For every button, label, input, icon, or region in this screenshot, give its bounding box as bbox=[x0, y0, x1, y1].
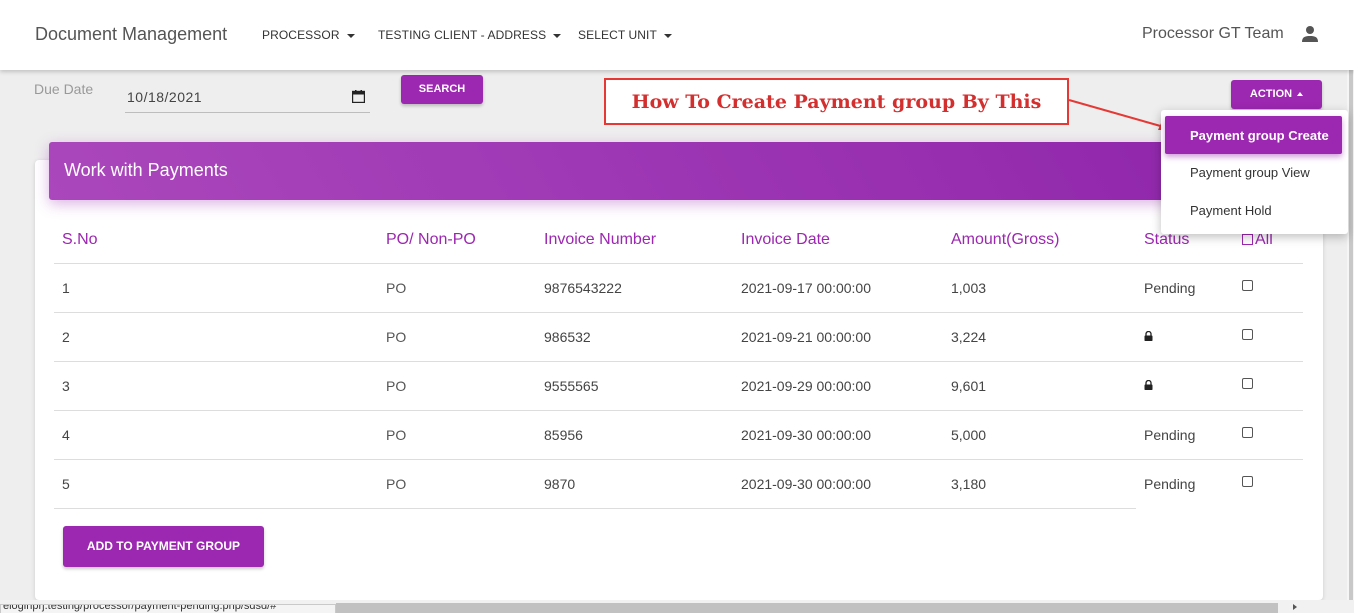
processor-menu[interactable]: PROCESSOR bbox=[262, 28, 355, 42]
due-date-label: Due Date bbox=[34, 81, 94, 97]
cell-status: Pending bbox=[1144, 280, 1196, 296]
row-checkbox[interactable] bbox=[1242, 280, 1253, 291]
cell-sno: 2 bbox=[62, 329, 70, 345]
client-address-menu[interactable]: TESTING CLIENT - ADDRESS bbox=[378, 28, 562, 42]
horizontal-scrollbar-thumb[interactable] bbox=[336, 603, 1278, 613]
row-divider bbox=[54, 459, 1303, 460]
annotation-callout: How To Create Payment group By This bbox=[604, 78, 1069, 125]
cell-po: PO bbox=[386, 329, 407, 345]
cell-amount: 1,003 bbox=[951, 280, 987, 296]
annotation-arrow-icon bbox=[1068, 99, 1172, 130]
lock-icon bbox=[1144, 331, 1153, 341]
scroll-right-arrow-icon[interactable] bbox=[1293, 604, 1297, 610]
cell-invoice-date: 2021-09-21 00:00:00 bbox=[741, 329, 871, 345]
cell-po: PO bbox=[386, 378, 407, 394]
cell-invoice-date: 2021-09-30 00:00:00 bbox=[741, 476, 871, 492]
user-icon[interactable] bbox=[1301, 25, 1319, 43]
cell-invoice-number: 9555565 bbox=[544, 378, 599, 394]
header-sno: S.No bbox=[62, 231, 98, 248]
calendar-icon[interactable] bbox=[352, 90, 365, 103]
cell-invoice-number: 85956 bbox=[544, 427, 583, 443]
select-unit-menu-label: SELECT UNIT bbox=[578, 28, 657, 42]
header-amount-gross: Amount(Gross) bbox=[951, 231, 1060, 248]
annotation-text: How To Create Payment group By This bbox=[631, 91, 1042, 113]
due-date-value: 10/18/2021 bbox=[127, 89, 203, 105]
client-address-menu-label: TESTING CLIENT - ADDRESS bbox=[378, 28, 547, 42]
card-header: Work with Payments bbox=[49, 142, 1318, 200]
cell-sno: 5 bbox=[62, 476, 70, 492]
caret-up-icon bbox=[1297, 92, 1304, 97]
header-po-nonpo: PO/ Non-PO bbox=[386, 231, 476, 248]
cell-amount: 5,000 bbox=[951, 427, 987, 443]
header-invoice-date: Invoice Date bbox=[741, 231, 830, 248]
lock-icon bbox=[1144, 380, 1153, 390]
cell-po: PO bbox=[386, 476, 407, 492]
caret-down-icon bbox=[346, 33, 355, 38]
vertical-scrollbar-thumb[interactable] bbox=[1349, 70, 1353, 600]
brand-title[interactable]: Document Management bbox=[35, 24, 227, 45]
cell-invoice-date: 2021-09-29 00:00:00 bbox=[741, 378, 871, 394]
processor-menu-label: PROCESSOR bbox=[262, 28, 340, 42]
card-title: Work with Payments bbox=[64, 160, 228, 180]
row-checkbox[interactable] bbox=[1242, 427, 1253, 438]
action-button[interactable]: ACTION bbox=[1231, 80, 1322, 109]
row-divider bbox=[54, 312, 1303, 313]
menu-item-payment-group-view[interactable]: Payment group View bbox=[1190, 165, 1310, 180]
menu-item-payment-group-create-label: Payment group Create bbox=[1190, 128, 1329, 143]
cell-invoice-number: 986532 bbox=[544, 329, 591, 345]
browser-status-bar: eloginprj.testing/processor/payment-pend… bbox=[0, 604, 336, 613]
cell-status: Pending bbox=[1144, 427, 1196, 443]
action-button-label: ACTION bbox=[1249, 88, 1293, 100]
header-divider bbox=[54, 263, 1303, 264]
cell-sno: 4 bbox=[62, 427, 70, 443]
select-unit-menu[interactable]: SELECT UNIT bbox=[578, 28, 672, 42]
top-navbar: Document Management PROCESSOR TESTING CL… bbox=[0, 0, 1354, 70]
row-checkbox[interactable] bbox=[1242, 329, 1253, 340]
cell-sno: 3 bbox=[62, 378, 70, 394]
menu-item-payment-group-create[interactable]: Payment group Create bbox=[1165, 116, 1342, 154]
status-url: eloginprj.testing/processor/payment-pend… bbox=[3, 604, 277, 612]
header-invoice-number: Invoice Number bbox=[544, 231, 657, 248]
cell-amount: 3,180 bbox=[951, 476, 987, 492]
cell-invoice-date: 2021-09-30 00:00:00 bbox=[741, 427, 871, 443]
row-checkbox[interactable] bbox=[1242, 476, 1253, 487]
search-button[interactable]: SEARCH bbox=[401, 75, 483, 104]
row-checkbox[interactable] bbox=[1242, 378, 1253, 389]
cell-invoice-date: 2021-09-17 00:00:00 bbox=[741, 280, 871, 296]
due-date-input[interactable]: 10/18/2021 bbox=[125, 82, 370, 113]
row-divider bbox=[54, 410, 1303, 411]
cell-amount: 9,601 bbox=[951, 378, 987, 394]
cell-po: PO bbox=[386, 280, 407, 296]
caret-down-icon bbox=[553, 33, 562, 38]
add-to-payment-group-button[interactable]: ADD TO PAYMENT GROUP bbox=[63, 526, 264, 567]
cell-status: Pending bbox=[1144, 476, 1196, 492]
cell-invoice-number: 9870 bbox=[544, 476, 576, 492]
caret-down-icon bbox=[663, 33, 672, 38]
cell-sno: 1 bbox=[62, 280, 70, 296]
cell-amount: 3,224 bbox=[951, 329, 987, 345]
menu-item-payment-hold[interactable]: Payment Hold bbox=[1190, 203, 1272, 218]
cell-invoice-number: 9876543222 bbox=[544, 280, 622, 296]
user-name[interactable]: Processor GT Team bbox=[1142, 25, 1284, 43]
select-all-checkbox[interactable] bbox=[1242, 234, 1253, 245]
row-divider bbox=[54, 361, 1303, 362]
row-divider bbox=[54, 508, 1136, 509]
cell-po: PO bbox=[386, 427, 407, 443]
